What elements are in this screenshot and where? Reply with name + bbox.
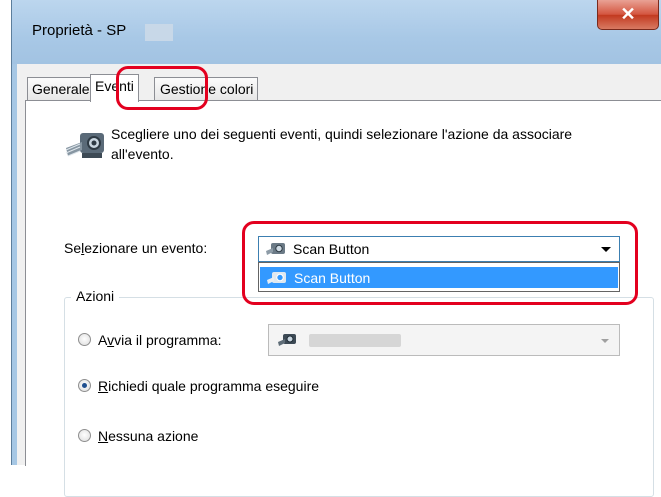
close-icon: ✕ [620,4,636,24]
start-program-radio[interactable] [78,333,91,346]
ask-program-label[interactable]: Richiedi quale programma eseguire [98,378,319,394]
ask-program-radio[interactable] [78,379,91,392]
program-select [268,324,620,356]
program-name-redacted [309,334,401,347]
event-description: Scegliere uno dei seguenti eventi, quind… [111,126,573,162]
scanner-icon [65,133,104,158]
start-program-label[interactable]: Avvia il programma: [98,332,221,348]
event-label: Selezionare un evento: [64,240,208,256]
close-button[interactable]: ✕ [597,0,659,30]
no-action-label[interactable]: Nessuna azione [98,428,198,444]
eventi-tab-highlight [116,66,208,110]
chevron-down-icon [601,339,609,343]
no-action-radio[interactable] [78,429,91,442]
program-icon [278,334,296,346]
tab-generale[interactable]: Generale [27,77,95,101]
tab-label: Generale [32,81,90,97]
title-bar[interactable]: Proprietà - SP ✕ [12,0,661,64]
actions-group-title: Azioni [71,288,120,304]
event-select-highlight [242,221,638,305]
title-redacted-region [145,24,173,41]
window-title: Proprietà - SP [32,22,127,39]
